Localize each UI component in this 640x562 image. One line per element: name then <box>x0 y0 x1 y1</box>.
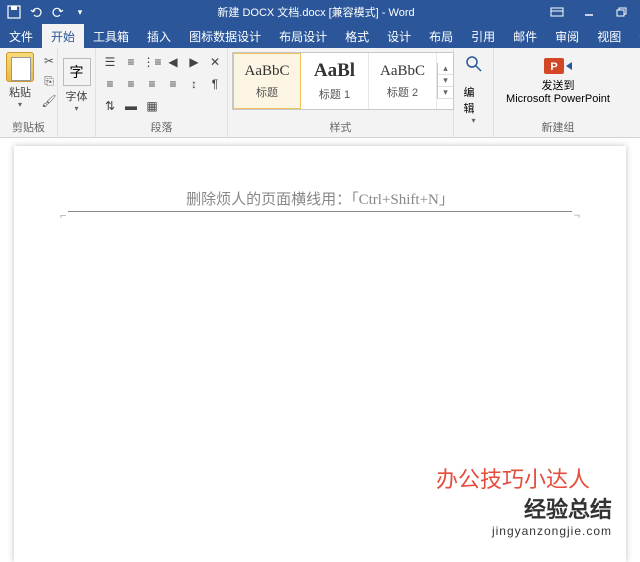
newgroup-group: P 发送到Microsoft PowerPoint 新建组 <box>494 48 622 137</box>
tab-toolbox[interactable]: 工具箱 <box>84 24 138 48</box>
send-to-button[interactable]: P 发送到Microsoft PowerPoint <box>498 50 618 110</box>
undo-icon[interactable] <box>26 2 46 22</box>
styles-group-label: 样式 <box>232 117 449 137</box>
paste-button[interactable]: 粘贴 ▾ <box>4 50 36 111</box>
clipboard-group: 粘贴 ▾ ✂ ⎘ 🖌 剪贴板 <box>0 48 58 137</box>
style-scroll-up-icon[interactable]: ▴ <box>438 63 453 75</box>
font-group: 字 字体 ▾ <box>58 48 96 137</box>
header-crop-marks: ⌐¬ <box>60 210 580 222</box>
style-preview: AaBl <box>314 60 355 82</box>
tab-developer[interactable]: 开发工具 <box>630 24 640 48</box>
ribbon: 粘贴 ▾ ✂ ⎘ 🖌 剪贴板 字 字体 ▾ ☰ ≡ <box>0 48 640 138</box>
newgroup-label: 新建组 <box>498 117 618 137</box>
shading-icon[interactable]: ▬ <box>121 96 141 116</box>
increase-indent-icon[interactable]: ▶ <box>184 52 204 72</box>
paste-label: 粘贴 <box>9 84 31 100</box>
format-painter-icon[interactable]: 🖌 <box>40 92 58 110</box>
style-scroll-down-icon[interactable]: ▾ <box>438 75 453 87</box>
tab-layout[interactable]: 布局 <box>420 24 462 48</box>
styles-group: AaBbC 标题 AaBl 标题 1 AaBbC 标题 2 ▴ ▾ ▾ 样式 <box>228 48 454 137</box>
window-controls <box>542 2 636 22</box>
paragraph-group: ☰ ≡ ⋮≡ ◀ ▶ ✕ ≡ ≡ ≡ ≡ ↕ ¶ ⇅ ▬ <box>96 48 228 137</box>
tab-format[interactable]: 格式 <box>336 24 378 48</box>
style-name: 标题 <box>256 84 278 100</box>
copy-icon[interactable]: ⎘ <box>40 72 58 90</box>
align-left-icon[interactable]: ≡ <box>100 74 120 94</box>
editing-label: 编辑 <box>464 84 484 116</box>
send-to-label: 发送到Microsoft PowerPoint <box>506 80 610 106</box>
align-right-icon[interactable]: ≡ <box>142 74 162 94</box>
tab-file[interactable]: 文件 <box>0 24 42 48</box>
tab-mail[interactable]: 邮件 <box>504 24 546 48</box>
restore-icon[interactable] <box>606 2 636 22</box>
minimize-icon[interactable] <box>574 2 604 22</box>
titlebar: ▾ 新建 DOCX 文档.docx [兼容模式] - Word <box>0 0 640 24</box>
paragraph-group-label: 段落 <box>100 117 223 137</box>
style-title[interactable]: AaBbC 标题 <box>233 53 301 109</box>
watermark-cn: 经验总结 <box>492 492 612 524</box>
show-marks-icon[interactable]: ¶ <box>205 74 225 94</box>
line-spacing-icon[interactable]: ⇅ <box>100 96 120 116</box>
justify-icon[interactable]: ≡ <box>163 74 183 94</box>
decrease-indent-icon[interactable]: ◀ <box>163 52 183 72</box>
tab-insert[interactable]: 插入 <box>138 24 180 48</box>
borders-icon[interactable]: ▦ <box>142 96 162 116</box>
quick-access-toolbar: ▾ <box>4 2 90 22</box>
style-preview: AaBbC <box>380 63 425 80</box>
style-scroll: ▴ ▾ ▾ <box>437 63 453 99</box>
text-direction-icon[interactable]: ✕ <box>205 52 225 72</box>
editing-group: 编辑 ▾ <box>454 48 494 137</box>
ribbon-tabs: 文件 开始 工具箱 插入 图标数据设计 布局设计 格式 设计 布局 引用 邮件 … <box>0 24 640 48</box>
save-icon[interactable] <box>4 2 24 22</box>
font-icon: 字 <box>63 58 91 86</box>
powerpoint-icon: P <box>542 54 574 78</box>
tab-references[interactable]: 引用 <box>462 24 504 48</box>
font-group-label <box>62 121 91 137</box>
font-label: 字体 <box>66 88 88 104</box>
style-gallery: AaBbC 标题 AaBl 标题 1 AaBbC 标题 2 ▴ ▾ ▾ <box>232 52 454 110</box>
cut-icon[interactable]: ✂ <box>40 52 58 70</box>
multilevel-icon[interactable]: ⋮≡ <box>142 52 162 72</box>
find-icon <box>464 54 484 82</box>
qat-dropdown-icon[interactable]: ▾ <box>70 2 90 22</box>
tab-home[interactable]: 开始 <box>42 24 84 48</box>
watermark-red: 办公技巧小达人 <box>436 462 590 494</box>
clipboard-group-label: 剪贴板 <box>4 117 53 137</box>
bullets-icon[interactable]: ☰ <box>100 52 120 72</box>
tab-review[interactable]: 审阅 <box>546 24 588 48</box>
style-more-icon[interactable]: ▾ <box>438 87 453 99</box>
tab-view[interactable]: 视图 <box>588 24 630 48</box>
style-preview: AaBbC <box>245 63 290 80</box>
style-name: 标题 2 <box>387 84 418 100</box>
style-heading2[interactable]: AaBbC 标题 2 <box>369 53 437 109</box>
tab-design[interactable]: 设计 <box>378 24 420 48</box>
tab-layout-design[interactable]: 布局设计 <box>270 24 336 48</box>
ribbon-options-icon[interactable] <box>542 2 572 22</box>
tab-icon-data-design[interactable]: 图标数据设计 <box>180 24 270 48</box>
svg-text:P: P <box>550 61 557 73</box>
page-header[interactable]: 删除烦人的页面横线用：「Ctrl+Shift+N」 ⌐¬ <box>68 188 572 212</box>
align-center-icon[interactable]: ≡ <box>121 74 141 94</box>
font-button[interactable]: 字 字体 ▾ <box>61 56 93 115</box>
editing-button[interactable]: 编辑 ▾ <box>458 50 490 129</box>
document-area: 删除烦人的页面横线用：「Ctrl+Shift+N」 ⌐¬ 办公技巧小达人 经验总… <box>0 138 640 562</box>
style-heading1[interactable]: AaBl 标题 1 <box>301 53 369 109</box>
header-text: 删除烦人的页面横线用：「Ctrl+Shift+N」 <box>186 188 454 209</box>
redo-icon[interactable] <box>48 2 68 22</box>
window-title: 新建 DOCX 文档.docx [兼容模式] - Word <box>90 4 542 20</box>
style-name: 标题 1 <box>319 86 350 102</box>
clipboard-icon <box>6 52 34 82</box>
watermark-pinyin: jingyanzongjie.com <box>492 524 612 538</box>
watermark-black: 经验总结 jingyanzongjie.com <box>492 492 612 538</box>
sort-icon[interactable]: ↕ <box>184 74 204 94</box>
numbering-icon[interactable]: ≡ <box>121 52 141 72</box>
